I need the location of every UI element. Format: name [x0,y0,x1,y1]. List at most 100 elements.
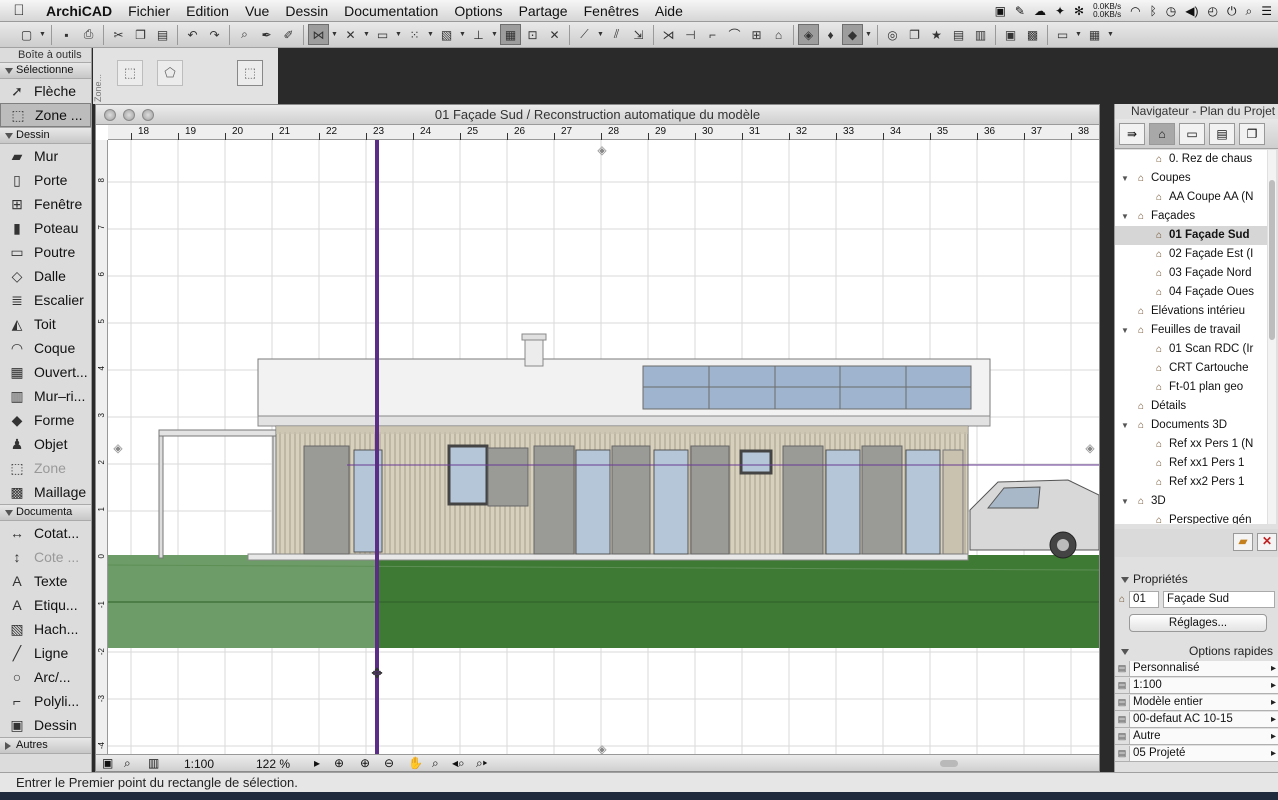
stretch-icon[interactable]: ⇲ [628,24,649,45]
tool-curtain-wall[interactable]: ▥ Mur–ri... [0,384,91,408]
split-icon[interactable]: ⋊ [658,24,679,45]
chevron-down-icon[interactable]: ▼ [1106,24,1115,45]
adjust-icon[interactable]: ⊣ [680,24,701,45]
gravity-icon[interactable]: ⋈ [308,24,329,45]
tool-line[interactable]: ╱ Ligne [0,641,91,665]
settings-button[interactable]: Réglages... [1129,614,1267,632]
zoom-out-icon[interactable]: ⊖ [384,756,394,770]
chevron-down-icon[interactable]: ▼ [490,24,499,45]
cut-icon[interactable]: ✂ [108,24,129,45]
menu-fichier[interactable]: Fichier [120,0,178,22]
horizontal-scrollbar[interactable] [940,760,958,767]
drawing-canvas[interactable]: ✥ ◈ ◈ ◈ ◈ [108,140,1099,754]
minimize-window-icon[interactable] [123,109,135,121]
project-map-icon[interactable]: ⌂ [1149,122,1175,145]
menu-edition[interactable]: Edition [178,0,237,22]
new-file-icon[interactable]: ▢ [16,24,37,45]
tree-item[interactable]: ⌂ 04 Façade Oues [1115,283,1267,302]
bluetooth-alt-icon[interactable]: ✻ [1074,4,1084,18]
chevron-down-icon[interactable]: ▼ [864,24,873,45]
chevron-down-icon[interactable]: ▼ [330,24,339,45]
render-icon[interactable]: ◆ [842,24,863,45]
tree-item[interactable]: ⌂ 02 Façade Est (I [1115,245,1267,264]
tree-item[interactable]: ⌂ Ref xx Pers 1 (N [1115,435,1267,454]
time-machine-icon[interactable]: ◷ [1166,4,1176,18]
cross-icon[interactable]: ✕ [544,24,565,45]
menu-app[interactable]: ArchiCAD [38,0,120,22]
zoom-view-icon[interactable]: ⌕ [124,756,131,771]
tool-text[interactable]: A Texte [0,569,91,593]
apple-menu-icon[interactable]:  [0,2,38,19]
roof-trim-icon[interactable]: ⌂ [768,24,789,45]
tool-mesh[interactable]: ▩ Maillage [0,480,91,504]
zoom-in-icon[interactable]: ⊕ [334,756,344,770]
intersect-icon[interactable]: ⌐ [702,24,723,45]
toolbox-section-autres[interactable]: Autres [0,737,91,754]
menu-dessin[interactable]: Dessin [277,0,336,22]
menu-documentation[interactable]: Documentation [336,0,446,22]
redo-icon[interactable]: ↷ [204,24,225,45]
zoom-menu-icon[interactable]: ▸ [314,756,320,770]
new-folder-icon[interactable]: ▰ [1233,533,1253,551]
tool-marquee[interactable]: ⬚ Zone ... [0,103,91,127]
clock-icon[interactable]: ◴ [1208,4,1218,18]
power-icon[interactable]: ⏻ [1227,4,1237,19]
tool-arrow[interactable]: ➚ Flèche [0,79,91,103]
tree-item[interactable]: ▼ ⌂ Façades [1115,207,1267,226]
camera-icon[interactable]: ▣ [995,4,1006,18]
view-id-field[interactable]: 01 [1129,590,1160,608]
copy-icon[interactable]: ❐ [130,24,151,45]
chevron-down-icon[interactable]: ▼ [394,24,403,45]
tree-item[interactable]: ⌂ Ref xx1 Pers 1 [1115,454,1267,473]
tool-door[interactable]: ▯ Porte [0,168,91,192]
tree-item[interactable]: ▼ ⌂ Documents 3D [1115,416,1267,435]
menu-fenetres[interactable]: Fenêtres [576,0,647,22]
tree-item[interactable]: ⌂ 01 Façade Sud [1115,226,1267,245]
tool-polyline[interactable]: ⌐ Polyli... [0,689,91,713]
elevation-tool-icon[interactable]: ⊥ [468,24,489,45]
trace-icon[interactable]: ▦ [500,24,521,45]
quick-option[interactable]: ▤ Personnalisé [1115,660,1278,677]
delete-icon[interactable]: ✕ [1257,533,1277,551]
tree-item[interactable]: ⌂ Ref xx2 Pers 1 [1115,473,1267,492]
fit-window-icon[interactable]: ⌕ [432,756,439,771]
fillet-icon[interactable]: ⌒ [724,24,745,45]
grid-snap-icon[interactable]: ⁙ [404,24,425,45]
quick-option-value[interactable]: Personnalisé [1129,660,1278,676]
disclosure-triangle-icon[interactable]: ▼ [1121,207,1129,226]
favorites-icon[interactable]: ★ [926,24,947,45]
teamwork-icon[interactable]: ◎ [882,24,903,45]
tree-item[interactable]: ⌂ Ft-01 plan geo [1115,378,1267,397]
tool-object[interactable]: ♟ Objet [0,432,91,456]
disclosure-triangle-icon[interactable]: ▼ [1121,416,1129,435]
library-icon[interactable]: ▤ [948,24,969,45]
tool-window[interactable]: ⊞ Fenêtre [0,192,91,216]
measure-icon[interactable]: ⟋ [574,24,595,45]
pan-icon[interactable]: ✋ [408,756,423,770]
tree-scrollbar[interactable] [1268,150,1276,524]
quick-option-value[interactable]: Autre [1129,728,1278,744]
tree-item[interactable]: ⌂ CRT Cartouche [1115,359,1267,378]
quick-option[interactable]: ▤ Modèle entier [1115,694,1278,711]
find-select-icon[interactable]: ⌕ [234,24,255,45]
tree-item[interactable]: ▼ ⌂ Coupes [1115,169,1267,188]
offset-icon[interactable]: ⫽ [606,24,627,45]
disclosure-triangle-icon[interactable]: ▼ [1121,169,1129,188]
menu-aide[interactable]: Aide [647,0,691,22]
close-window-icon[interactable] [104,109,116,121]
pick-up-icon[interactable]: ✒ [256,24,277,45]
tool-beam[interactable]: ▭ Poutre [0,240,91,264]
marquee-single-icon[interactable]: ⬚ [117,60,143,86]
tool-slab[interactable]: ◇ Dalle [0,264,91,288]
tool-label[interactable]: A Etiqu... [0,593,91,617]
tool-level-dimension[interactable]: ↕ Cote ... [0,545,91,569]
quick-option-value[interactable]: 00-defaut AC 10-15 [1129,711,1278,727]
trace-ref-icon[interactable]: ⊡ [522,24,543,45]
tree-item[interactable]: ▼ ⌂ 3D [1115,492,1267,511]
stack-icon[interactable]: ❐ [904,24,925,45]
3d-view-icon[interactable]: ◈ [798,24,819,45]
quick-option[interactable]: ▤ 1:100 [1115,677,1278,694]
chevron-down-icon[interactable]: ▼ [426,24,435,45]
tree-item[interactable]: ⌂ Elévations intérieu [1115,302,1267,321]
publisher-icon[interactable]: ❐ [1239,122,1265,145]
